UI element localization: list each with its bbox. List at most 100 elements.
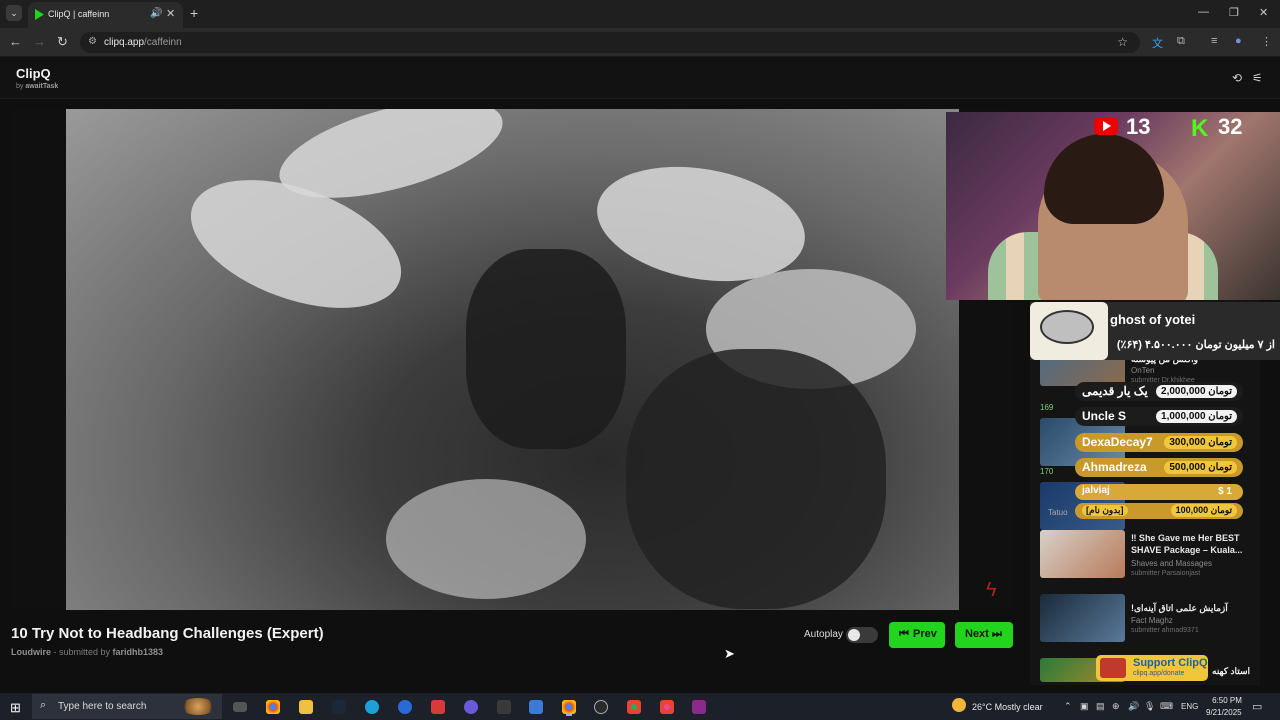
donor-name: Ahmadreza bbox=[1082, 460, 1147, 474]
donor-avatar bbox=[1030, 302, 1108, 360]
weather-text[interactable]: 26°C Mostly clear bbox=[972, 702, 1043, 712]
media-control-icon[interactable]: ≡ bbox=[1211, 35, 1217, 47]
donor-amount: 2,000,000 تومان bbox=[1156, 385, 1237, 398]
url-field[interactable]: ⚙ clipq.app/caffeinn ☆ bbox=[80, 32, 1140, 53]
notification-icon[interactable]: ▭ bbox=[1252, 700, 1262, 713]
profile-avatar-icon[interactable]: ● bbox=[1235, 35, 1242, 47]
autoplay-toggle[interactable] bbox=[846, 627, 878, 643]
tab-audio-icon[interactable]: 🔊 bbox=[150, 8, 162, 19]
queue-thumbnail[interactable] bbox=[1040, 530, 1125, 578]
toggle-knob bbox=[848, 629, 860, 641]
support-title: Support ClipQ bbox=[1133, 657, 1208, 669]
new-tab-icon[interactable]: + bbox=[190, 5, 198, 21]
network-icon[interactable]: ⊕ bbox=[1112, 701, 1120, 712]
donor-pill: Ahmadreza 500,000 تومان bbox=[1075, 458, 1243, 477]
queue-item-title[interactable]: ‼ She Gave me Her BEST SHAVE Package – K… bbox=[1131, 532, 1251, 556]
queue-item-channel: Shaves and Massages bbox=[1131, 559, 1212, 568]
tray-chevron-icon[interactable]: ⌃ bbox=[1064, 701, 1072, 712]
minimize-icon[interactable]: — bbox=[1198, 6, 1209, 18]
language-indicator[interactable]: ENG bbox=[1181, 702, 1198, 711]
webcam-overlay: 13 K 32 bbox=[946, 112, 1280, 300]
queue-thumbnail[interactable] bbox=[1040, 594, 1125, 642]
bookmark-star-icon[interactable]: ☆ bbox=[1117, 35, 1128, 49]
site-info-icon[interactable]: ⚙ bbox=[88, 36, 97, 47]
skip-forward-icon: ⏭ bbox=[992, 628, 1002, 640]
task-view-icon[interactable] bbox=[233, 702, 247, 712]
mouse-cursor-icon: ➤ bbox=[724, 646, 735, 661]
tab-search-icon[interactable]: ⌄ bbox=[6, 5, 22, 21]
winrar-icon[interactable] bbox=[692, 700, 706, 714]
clock-date[interactable]: 9/21/2025 bbox=[1206, 708, 1242, 717]
weather-icon[interactable] bbox=[952, 698, 966, 712]
mic-icon[interactable]: 🎙 bbox=[1144, 701, 1155, 712]
prev-label: Prev bbox=[913, 628, 937, 640]
support-clipq-button[interactable]: Support ClipQ clipq.app/donate bbox=[1096, 655, 1208, 681]
discord-icon[interactable] bbox=[464, 700, 478, 714]
clock-app-icon[interactable] bbox=[594, 700, 608, 714]
donor-pill: Uncle S 1,000,000 تومان bbox=[1075, 407, 1243, 426]
prev-button[interactable]: ⏮ Prev bbox=[889, 622, 945, 648]
keyboard-icon[interactable]: ⌨ bbox=[1160, 701, 1173, 712]
tray-app2-icon[interactable]: ▤ bbox=[1096, 701, 1105, 712]
search-placeholder: Type here to search bbox=[58, 701, 147, 712]
queue-item-title[interactable]: !آزمایش علمی اتاق آینه‌ای bbox=[1131, 602, 1251, 614]
donor-name: jalviaj bbox=[1082, 485, 1110, 496]
translate-extension-icon[interactable]: 文 bbox=[1152, 35, 1163, 51]
windows-start-icon[interactable]: ⊞ bbox=[10, 700, 21, 716]
kick-viewer-count: 32 bbox=[1218, 114, 1243, 139]
next-button[interactable]: Next ⏭ bbox=[955, 622, 1013, 648]
donor-name: [بدون نام] bbox=[1082, 505, 1128, 516]
reload-icon[interactable]: ↻ bbox=[57, 34, 68, 50]
queue-item-title[interactable]: استاد کهنه bbox=[1212, 666, 1250, 677]
youtube-viewer-count: 13 bbox=[1126, 114, 1151, 139]
chrome-active-icon[interactable] bbox=[562, 700, 576, 714]
chrome-icon[interactable] bbox=[266, 700, 280, 714]
taskbar-search-input[interactable]: ⌕ Type here to search bbox=[32, 694, 222, 719]
clock-time[interactable]: 6:50 PM bbox=[1210, 696, 1244, 705]
donor-pill: [بدون نام] 100,000 تومان bbox=[1075, 503, 1243, 519]
edge-icon[interactable] bbox=[365, 700, 379, 714]
donor-pill: DexaDecay7 300,000 تومان bbox=[1075, 433, 1243, 452]
search-highlight-icon bbox=[180, 698, 216, 715]
app-logo[interactable]: ClipQ bbox=[16, 66, 51, 81]
address-bar: ← → ↻ ⚙ clipq.app/caffeinn ☆ 文 ⧉ ≡ ● ⋮ bbox=[0, 28, 1280, 57]
queue-item-channel: Tatuo bbox=[1048, 508, 1068, 517]
file-explorer-icon[interactable] bbox=[299, 700, 313, 714]
video-watermark-icon: ϟ bbox=[986, 579, 997, 601]
forward-icon[interactable]: → bbox=[33, 34, 46, 49]
queue-item-number: 170 bbox=[1040, 467, 1054, 476]
video-meta: Loudwire - submitted by faridhb1383 bbox=[11, 647, 164, 657]
audio-wave-icon[interactable] bbox=[497, 700, 511, 714]
history-icon[interactable]: ⟲ bbox=[1232, 71, 1242, 85]
settings-sliders-icon[interactable]: ⚟ bbox=[1252, 71, 1263, 85]
donation-goal-progress: (٪۶۴) ۴.۵۰۰.۰۰۰ از ۷ میلیون تومان bbox=[1116, 339, 1275, 351]
url-text: clipq.app/caffeinn bbox=[104, 37, 182, 48]
donor-amount: 300,000 تومان bbox=[1164, 436, 1237, 449]
queue-item-channel: OnTen bbox=[1131, 366, 1155, 375]
support-icon bbox=[1100, 658, 1126, 678]
restore-icon[interactable]: ❐ bbox=[1229, 6, 1239, 19]
donor-name: یک یار قدیمی bbox=[1082, 384, 1148, 398]
app-icon-red[interactable] bbox=[431, 700, 445, 714]
donor-pill: jalviaj $ 1 bbox=[1075, 484, 1243, 500]
app-icon-l[interactable] bbox=[529, 700, 543, 714]
chrome-profile2-icon[interactable] bbox=[660, 700, 674, 714]
tab-close-icon[interactable]: ✕ bbox=[166, 7, 175, 20]
browser-tab[interactable]: ClipQ | caffeinn 🔊 ✕ bbox=[28, 2, 183, 28]
extensions-icon[interactable]: ⧉ bbox=[1177, 35, 1185, 48]
video-frame-image[interactable] bbox=[66, 109, 959, 610]
window-close-icon[interactable]: ✕ bbox=[1259, 6, 1268, 19]
chrome-profile-icon[interactable] bbox=[627, 700, 641, 714]
queue-item-number: 169 bbox=[1040, 403, 1054, 412]
browser-tabstrip: ⌄ ClipQ | caffeinn 🔊 ✕ + — ❐ ✕ bbox=[0, 0, 1280, 28]
back-icon[interactable]: ← bbox=[9, 34, 22, 49]
queue-item-submitter: submitter Parsaionjast bbox=[1131, 570, 1201, 577]
tray-app-icon[interactable]: ▣ bbox=[1080, 701, 1089, 712]
volume-icon[interactable]: 🔊 bbox=[1128, 701, 1139, 712]
donor-amount: 100,000 تومان bbox=[1170, 504, 1237, 517]
video-player[interactable]: ϟ bbox=[11, 109, 1014, 610]
browser-menu-icon[interactable]: ⋮ bbox=[1261, 35, 1272, 48]
app-icon-blue[interactable] bbox=[398, 700, 412, 714]
steam-icon[interactable] bbox=[332, 700, 346, 714]
donor-name: Uncle S bbox=[1082, 409, 1127, 423]
